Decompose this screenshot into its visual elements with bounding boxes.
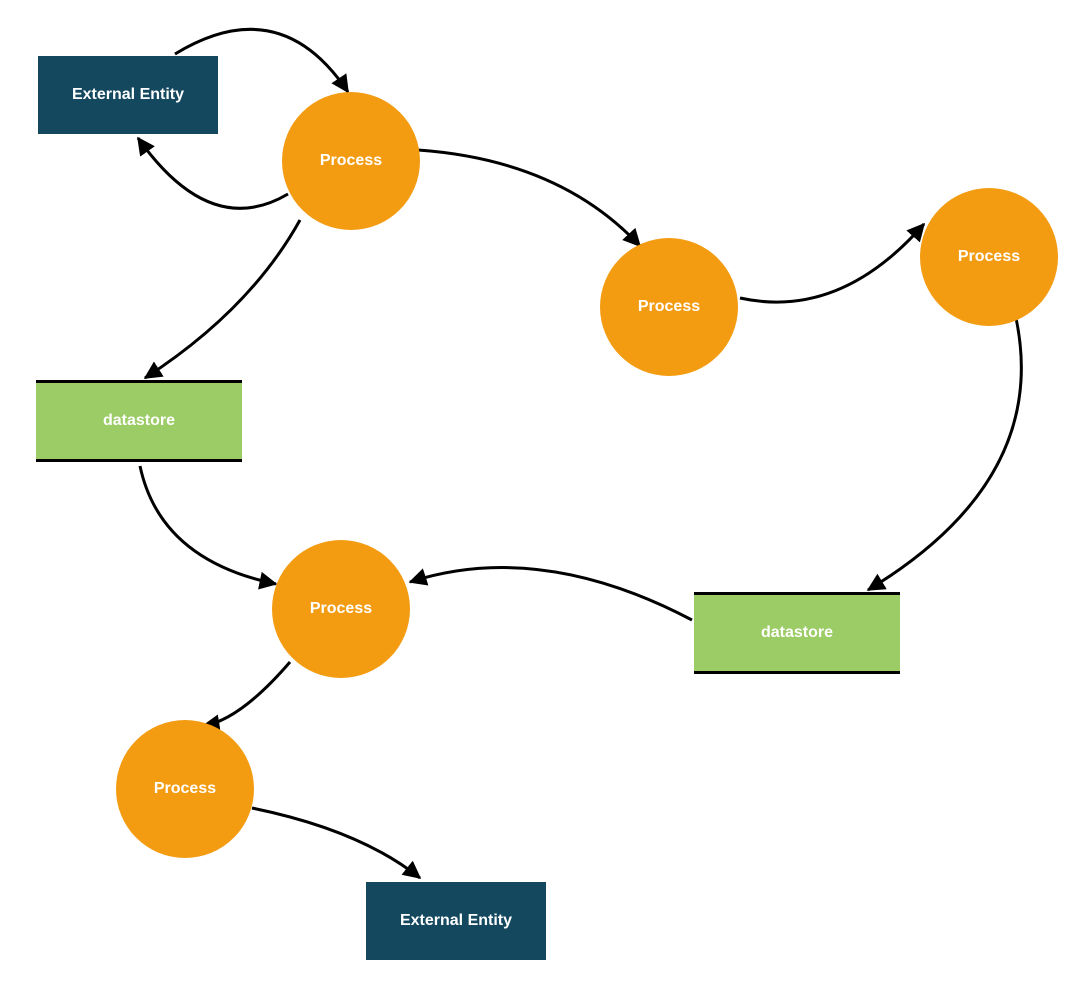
flow-arrow <box>410 568 692 620</box>
node-label: Process <box>638 298 700 316</box>
flow-arrow <box>252 808 420 878</box>
node-label: External Entity <box>400 912 512 930</box>
flow-arrow <box>145 220 300 378</box>
process-node[interactable]: Process <box>116 720 254 858</box>
node-label: Process <box>320 152 382 170</box>
process-node[interactable]: Process <box>920 188 1058 326</box>
node-label: Process <box>154 780 216 798</box>
flow-arrow <box>138 138 288 208</box>
external-entity-node[interactable]: External Entity <box>38 56 218 134</box>
external-entity-node[interactable]: External Entity <box>366 882 546 960</box>
flow-arrow <box>140 466 276 584</box>
node-label: Process <box>958 248 1020 266</box>
datastore-node[interactable]: datastore <box>36 380 242 462</box>
node-label: Process <box>310 600 372 618</box>
process-node[interactable]: Process <box>282 92 420 230</box>
datastore-node[interactable]: datastore <box>694 592 900 674</box>
process-node[interactable]: Process <box>272 540 410 678</box>
flow-arrow <box>740 224 924 302</box>
node-label: External Entity <box>72 86 184 104</box>
node-label: datastore <box>761 624 833 642</box>
flow-arrow <box>418 150 640 246</box>
process-node[interactable]: Process <box>600 238 738 376</box>
flow-arrow <box>203 662 290 726</box>
arrows-layer <box>0 0 1076 1006</box>
flow-arrow <box>868 318 1021 590</box>
node-label: datastore <box>103 412 175 430</box>
